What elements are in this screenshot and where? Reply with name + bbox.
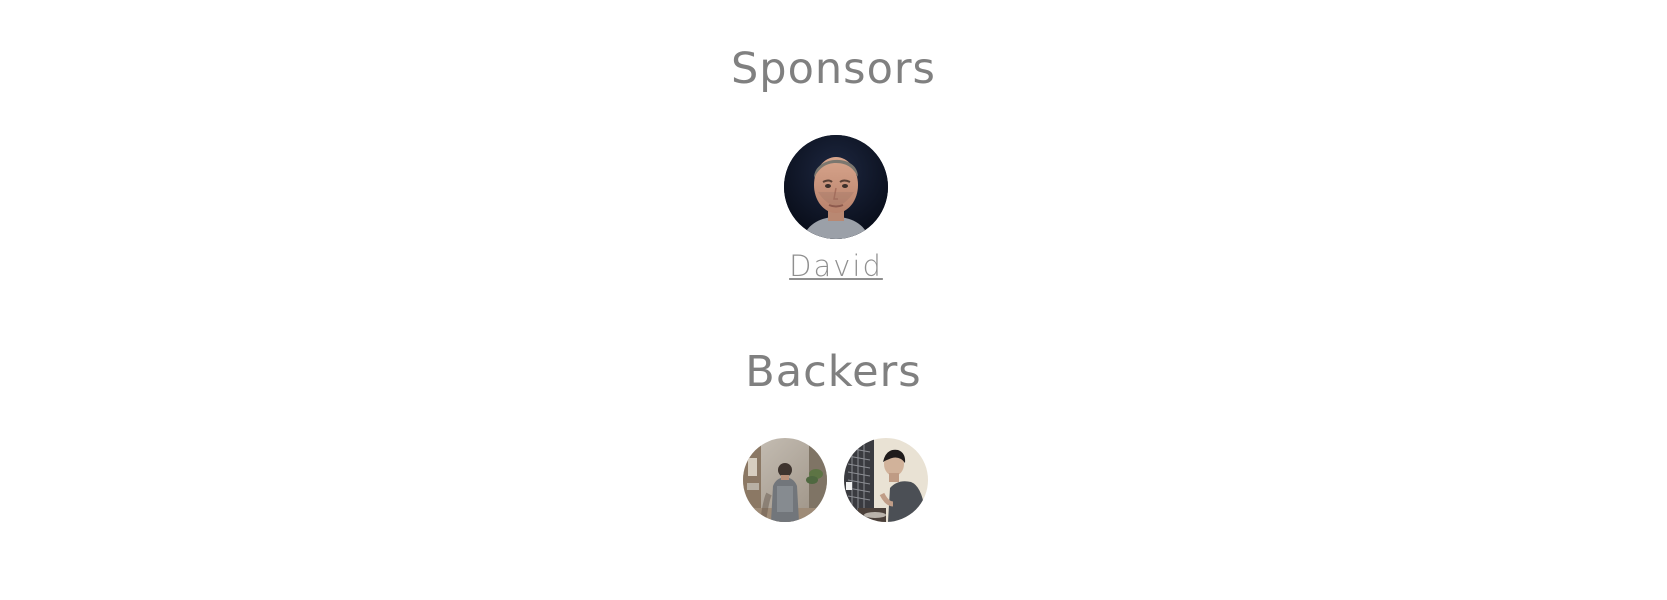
sponsors-heading: Sponsors bbox=[731, 44, 936, 94]
backer-avatar-photo-2 bbox=[844, 438, 928, 522]
backers-list bbox=[743, 438, 929, 522]
sponsor-avatar-portrait bbox=[784, 135, 888, 239]
backer-avatar-icon-1[interactable] bbox=[743, 438, 827, 522]
sponsor-avatar-icon[interactable] bbox=[784, 135, 888, 239]
sponsor-card: David bbox=[784, 135, 888, 284]
backer-avatar-photo-1 bbox=[743, 438, 827, 522]
supporters-page: Sponsors David Backers bbox=[0, 0, 1667, 600]
sponsor-name-link[interactable]: David bbox=[784, 249, 888, 284]
backer-avatar-icon-2[interactable] bbox=[844, 438, 928, 522]
backers-heading: Backers bbox=[745, 347, 922, 397]
